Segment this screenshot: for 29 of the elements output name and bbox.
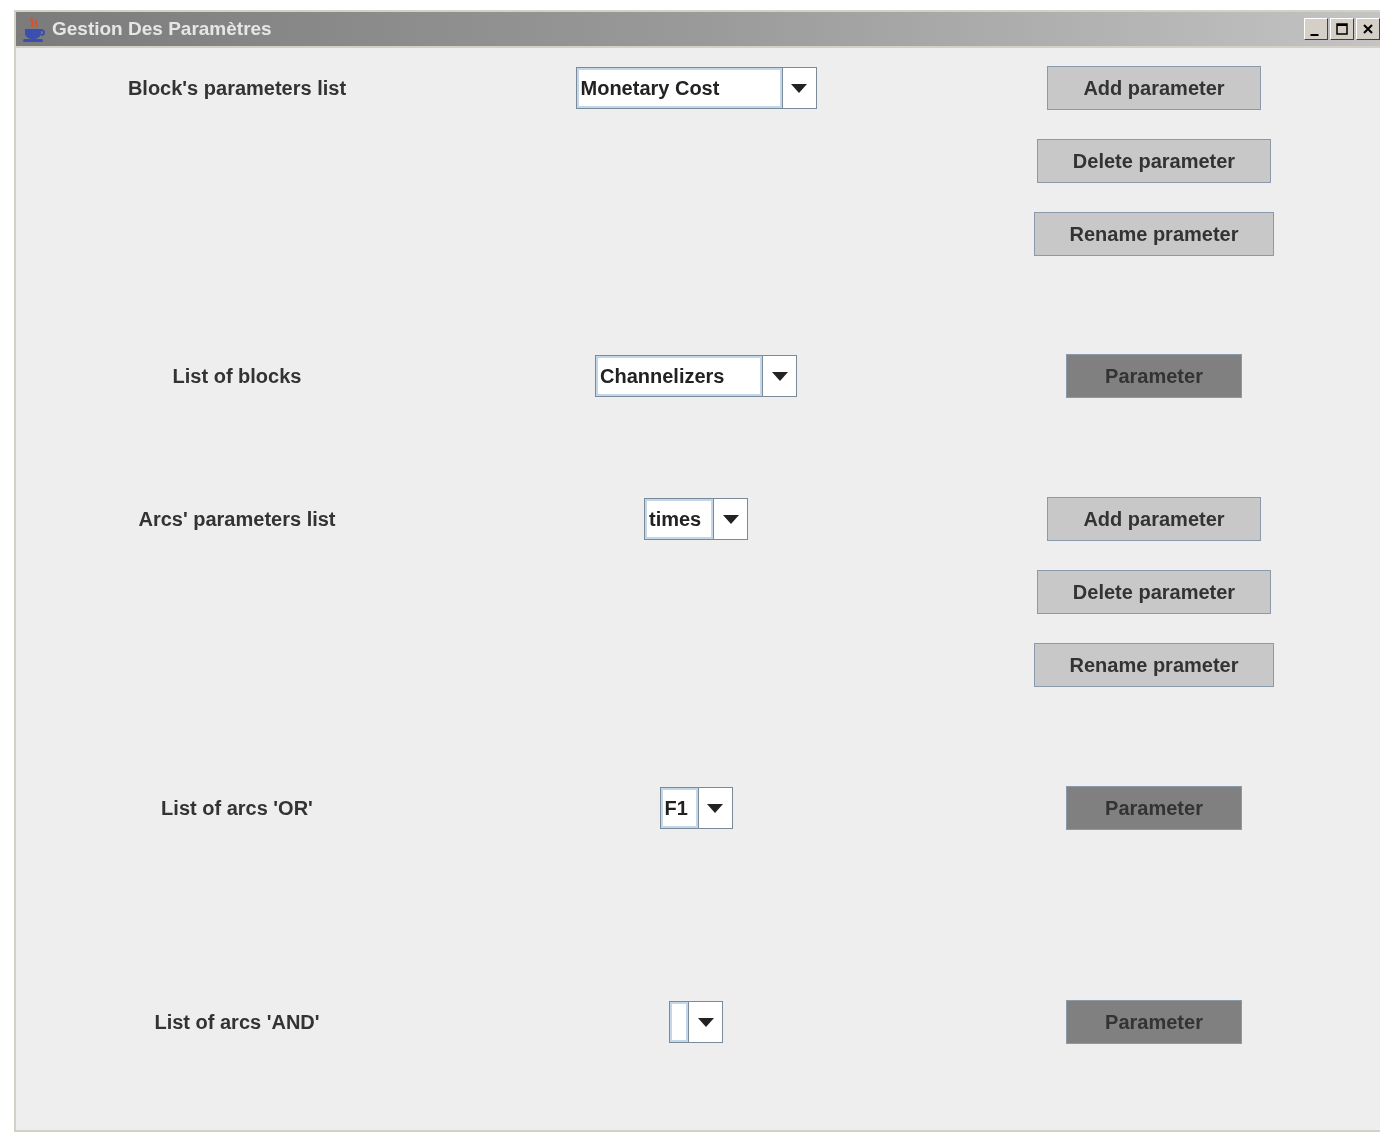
dropdown[interactable] <box>669 1001 723 1043</box>
coffee-cup-icon <box>20 15 48 43</box>
close-icon <box>1361 22 1375 36</box>
action-button[interactable]: Delete parameter <box>1036 139 1272 183</box>
field-label: Block's parameters list <box>127 76 347 100</box>
caret-icon <box>697 1017 714 1027</box>
minimize-button[interactable] <box>1304 18 1328 40</box>
caret-icon <box>722 514 739 524</box>
action-button[interactable]: Delete parameter <box>1036 570 1272 614</box>
dropdown[interactable]: F1 <box>659 787 733 829</box>
minimize-icon <box>1309 34 1319 36</box>
action-button[interactable]: Rename prameter <box>1033 643 1275 687</box>
action-button[interactable]: Add parameter <box>1047 497 1261 541</box>
close-button[interactable] <box>1356 18 1380 40</box>
dropdown[interactable]: Monetary Cost <box>575 67 817 109</box>
dropdown[interactable]: times <box>644 498 748 540</box>
field-label: Arcs' parameters list <box>138 507 336 531</box>
dropdown[interactable]: Channelizers <box>595 355 797 397</box>
caret-icon <box>791 83 807 93</box>
action-button[interactable]: Rename prameter <box>1033 212 1275 256</box>
field-label: List of arcs 'AND' <box>154 1010 320 1034</box>
maximize-button[interactable] <box>1330 18 1354 40</box>
field-label: List of blocks <box>172 364 302 388</box>
maximize-icon <box>1335 22 1349 36</box>
caret-icon <box>707 803 723 813</box>
action-button[interactable]: Add parameter <box>1047 66 1261 110</box>
caret-icon <box>771 371 788 381</box>
window-title: Gestion Des Paramètres <box>52 18 273 40</box>
field-label: List of arcs 'OR' <box>161 796 313 820</box>
